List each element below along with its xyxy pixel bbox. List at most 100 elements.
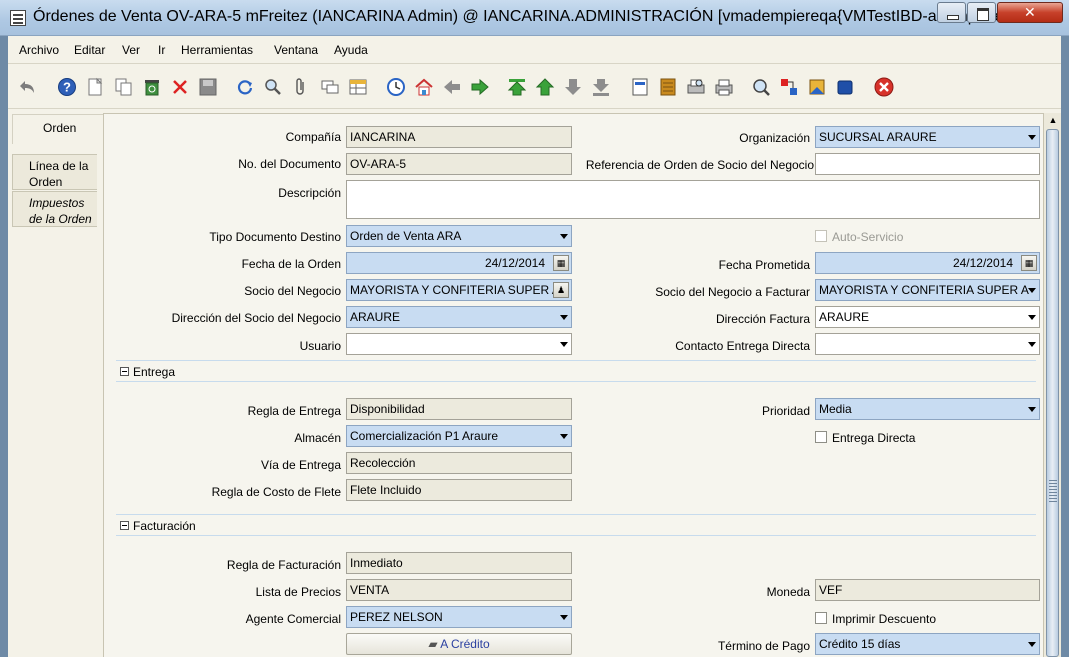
moneda-field[interactable]: VEF: [815, 579, 1040, 601]
copy-record-icon[interactable]: [114, 77, 134, 97]
agente-value: PEREZ NELSON: [350, 610, 443, 624]
minimize-button[interactable]: [937, 2, 966, 23]
tab-orden[interactable]: Orden: [12, 114, 103, 144]
menu-ver[interactable]: Ver: [122, 43, 140, 57]
compania-field[interactable]: IANCARINA: [346, 126, 572, 148]
via-entrega-field[interactable]: Recolección: [346, 452, 572, 474]
tipo-documento-select[interactable]: Orden de Venta ARA: [346, 225, 572, 247]
chat-icon[interactable]: [320, 77, 340, 97]
archive-icon[interactable]: [658, 77, 678, 97]
parent-record-icon[interactable]: [535, 77, 555, 97]
organizacion-value: SUCURSAL ARAURE: [819, 130, 937, 144]
chevron-down-icon[interactable]: [1025, 634, 1039, 654]
attachment-icon[interactable]: [291, 77, 311, 97]
maximize-button[interactable]: [967, 2, 996, 23]
chevron-down-icon[interactable]: [1025, 307, 1039, 327]
first-record-icon[interactable]: [507, 77, 527, 97]
regla-entrega-field[interactable]: Disponibilidad: [346, 398, 572, 420]
print-preview-icon[interactable]: [686, 77, 706, 97]
person-lookup-icon[interactable]: ♟: [553, 282, 569, 298]
almacen-select[interactable]: Comercialización P1 Araure: [346, 425, 572, 447]
product-info-icon[interactable]: [835, 77, 855, 97]
compania-label: Compañía: [285, 130, 341, 144]
next-icon[interactable]: [470, 77, 490, 97]
prioridad-select[interactable]: Media: [815, 398, 1040, 420]
menu-ir[interactable]: Ir: [158, 43, 165, 57]
a-credito-button[interactable]: ▰ A Crédito: [346, 633, 572, 655]
menu-editar[interactable]: Editar: [74, 43, 105, 57]
new-record-icon[interactable]: [85, 77, 105, 97]
regla-facturacion-label: Regla de Facturación: [226, 558, 341, 572]
auto-servicio-checkbox[interactable]: [815, 230, 827, 242]
zoom-across-icon[interactable]: [751, 77, 771, 97]
agente-select[interactable]: PEREZ NELSON: [346, 606, 572, 628]
no-documento-field[interactable]: OV-ARA-5: [346, 153, 572, 175]
regla-flete-field[interactable]: Flete Incluido: [346, 479, 572, 501]
socio-field[interactable]: MAYORISTA Y CONFITERIA SUPER A ♟: [346, 279, 572, 301]
active-workflows-icon[interactable]: [779, 77, 799, 97]
history-icon[interactable]: [386, 77, 406, 97]
fecha-orden-field[interactable]: 24/12/2014 ▦: [346, 252, 572, 274]
socio-label: Socio del Negocio: [244, 284, 341, 298]
collapse-icon[interactable]: [120, 521, 129, 530]
report-icon[interactable]: [630, 77, 650, 97]
scroll-up-arrow-icon[interactable]: ▲: [1045, 113, 1061, 127]
menu-archivo[interactable]: Archivo: [19, 43, 59, 57]
fecha-prometida-field[interactable]: 24/12/2014 ▦: [815, 252, 1040, 274]
refresh-icon[interactable]: [235, 77, 255, 97]
delete-icon[interactable]: [170, 77, 190, 97]
delete-bin-icon[interactable]: [142, 77, 162, 97]
scroll-thumb[interactable]: [1046, 129, 1059, 657]
descripcion-textarea[interactable]: [346, 180, 1040, 219]
referencia-input[interactable]: [815, 153, 1040, 175]
calendar-icon[interactable]: ▦: [1021, 255, 1037, 271]
help-icon[interactable]: ?: [57, 77, 77, 97]
chevron-down-icon[interactable]: [1025, 399, 1039, 419]
toolbar: ?: [8, 65, 1061, 109]
termino-pago-select[interactable]: Crédito 15 días: [815, 633, 1040, 655]
home-icon[interactable]: [414, 77, 434, 97]
previous-icon[interactable]: [442, 77, 462, 97]
menu-herramientas[interactable]: Herramientas: [181, 43, 253, 57]
save-icon[interactable]: [198, 77, 218, 97]
grid-toggle-icon[interactable]: [348, 77, 368, 97]
chevron-down-icon[interactable]: [1025, 127, 1039, 147]
facturacion-section-header[interactable]: Facturación: [116, 514, 1036, 536]
print-icon[interactable]: [714, 77, 734, 97]
entrega-section-header[interactable]: Entrega: [116, 360, 1036, 382]
tab-linea-orden[interactable]: Línea de la Orden: [12, 154, 97, 190]
close-window-icon[interactable]: [874, 77, 894, 97]
chevron-down-icon[interactable]: [557, 226, 571, 246]
close-window-button[interactable]: [997, 2, 1063, 23]
detail-record-icon[interactable]: [563, 77, 583, 97]
chevron-down-icon[interactable]: [557, 334, 571, 354]
entrega-directa-checkbox[interactable]: [815, 431, 827, 443]
chevron-down-icon[interactable]: [1025, 280, 1039, 300]
organizacion-select[interactable]: SUCURSAL ARAURE: [815, 126, 1040, 148]
request-icon[interactable]: [807, 77, 827, 97]
tipo-documento-value: Orden de Venta ARA: [350, 229, 462, 243]
vertical-scrollbar[interactable]: ▲: [1043, 113, 1061, 657]
direccion-socio-value: ARAURE: [350, 310, 401, 324]
chevron-down-icon[interactable]: [557, 426, 571, 446]
collapse-icon[interactable]: [120, 367, 129, 376]
chevron-down-icon[interactable]: [557, 607, 571, 627]
direccion-factura-select[interactable]: ARAURE: [815, 306, 1040, 328]
socio-facturar-select[interactable]: MAYORISTA Y CONFITERIA SUPER A: [815, 279, 1040, 301]
referencia-label: Referencia de Orden de Socio del Negocio: [585, 158, 814, 172]
regla-facturacion-field[interactable]: Inmediato: [346, 552, 572, 574]
menu-ayuda[interactable]: Ayuda: [334, 43, 368, 57]
lista-precios-field[interactable]: VENTA: [346, 579, 572, 601]
calendar-icon[interactable]: ▦: [553, 255, 569, 271]
contacto-entrega-select[interactable]: [815, 333, 1040, 355]
chevron-down-icon[interactable]: [1025, 334, 1039, 354]
usuario-select[interactable]: [346, 333, 572, 355]
imprimir-descuento-checkbox[interactable]: [815, 612, 827, 624]
undo-icon[interactable]: [18, 77, 38, 97]
tab-impuestos-orden[interactable]: Impuestos de la Orden: [12, 191, 97, 227]
last-record-icon[interactable]: [591, 77, 611, 97]
direccion-socio-select[interactable]: ARAURE: [346, 306, 572, 328]
menu-ventana[interactable]: Ventana: [274, 43, 318, 57]
find-icon[interactable]: [263, 77, 283, 97]
chevron-down-icon[interactable]: [557, 307, 571, 327]
